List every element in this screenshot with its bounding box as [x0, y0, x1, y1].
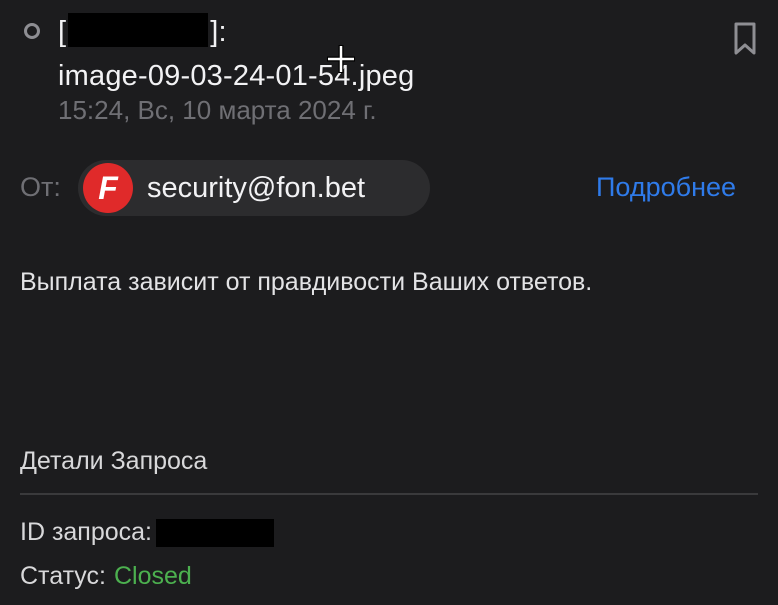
- crosshair-cursor-icon: [327, 45, 355, 73]
- sender-logo-icon: F: [83, 163, 133, 213]
- request-id-label: ID запроса:: [20, 518, 153, 546]
- from-label: От:: [20, 172, 61, 202]
- divider: [20, 493, 758, 495]
- bookmark-icon[interactable]: [733, 22, 757, 56]
- redacted-subject-block: [68, 13, 209, 48]
- request-details-title: Детали Запроса: [20, 447, 208, 475]
- details-link[interactable]: Подробнее: [596, 172, 736, 203]
- message-datetime: 15:24, Вс, 10 марта 2024 г.: [58, 95, 377, 125]
- status-row: Статус: Closed: [20, 562, 192, 591]
- sender-email: security@fon.bet: [147, 171, 366, 204]
- sender-chip[interactable]: F security@fon.bet: [78, 160, 430, 216]
- message-subject: []: image-09-03-24-01-54.jpeg: [58, 12, 414, 96]
- subject-suffix: ]:: [210, 16, 227, 48]
- status-label: Статус:: [20, 562, 106, 590]
- unread-dot-icon: [24, 23, 40, 39]
- redacted-request-id: [156, 518, 275, 547]
- subject-filename: image-09-03-24-01-54.jpeg: [58, 60, 415, 92]
- subject-line-1: []:: [58, 12, 414, 52]
- message-body-text: Выплата зависит от правдивости Ваших отв…: [20, 268, 593, 296]
- request-id-row: ID запроса:: [20, 518, 275, 547]
- status-badge: Closed: [113, 562, 192, 590]
- subject-prefix: [: [58, 16, 67, 48]
